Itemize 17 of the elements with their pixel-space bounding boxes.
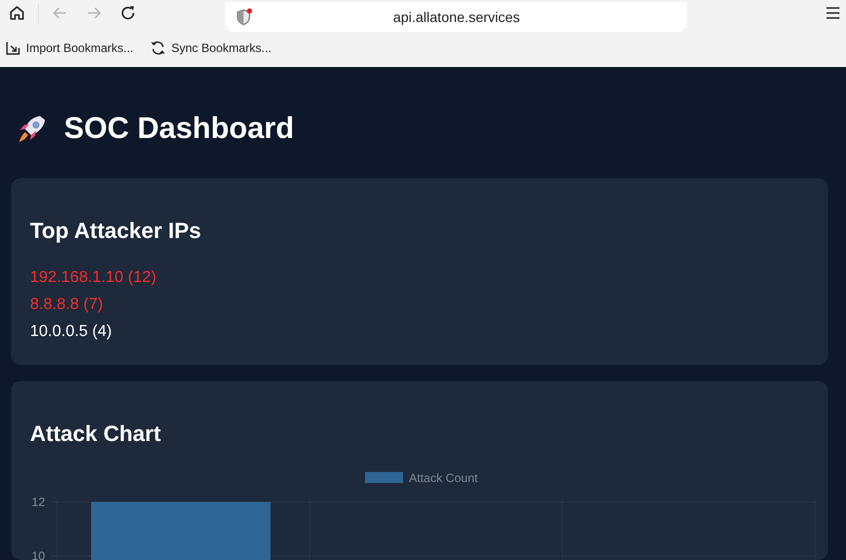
axis-label: 12	[32, 494, 45, 509]
bookmark-link[interactable]: Import Bookmarks...	[26, 38, 134, 56]
home-icon[interactable]	[8, 4, 26, 22]
ip-entry: 10.0.0.5 (4)	[30, 322, 113, 342]
page-title: SOC Dashboard	[64, 111, 294, 147]
ip-entry: 192.168.1.10 (12)	[30, 268, 158, 288]
reload-icon[interactable]	[119, 4, 137, 22]
card-title: Attack Chart	[30, 421, 162, 448]
ip-entry: 8.8.8.8 (7)	[30, 295, 104, 316]
legend-label: Attack Count	[409, 470, 478, 485]
sync-icon	[149, 38, 168, 56]
axis-label: 10	[32, 548, 45, 560]
legend-item: Attack Count	[365, 470, 478, 485]
rocket-icon	[16, 113, 48, 145]
shield-icon[interactable]	[235, 8, 253, 26]
card-title: Top Attacker IPs	[30, 218, 202, 244]
bookmark-link[interactable]: Sync Bookmarks...	[171, 38, 272, 56]
